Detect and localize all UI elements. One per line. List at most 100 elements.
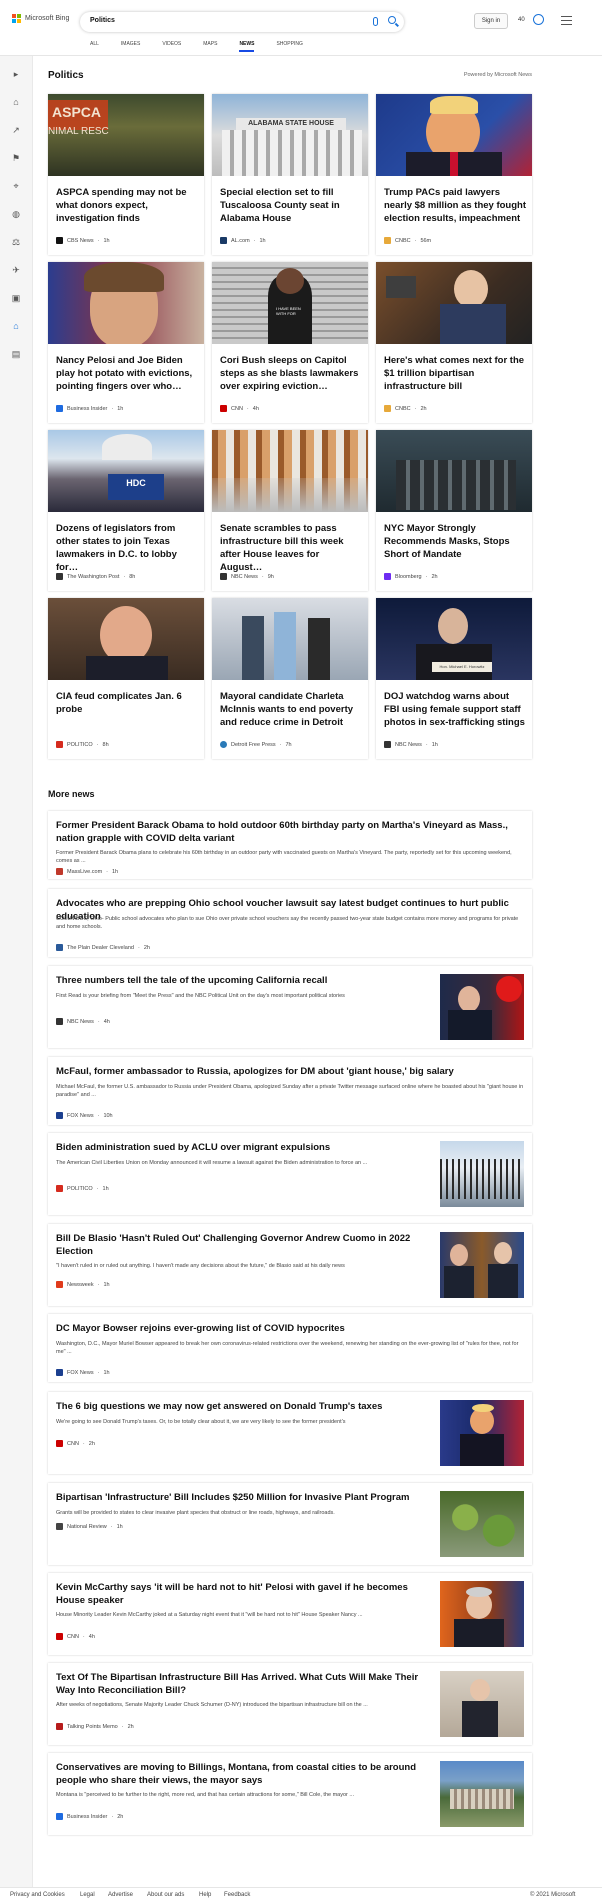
search-input[interactable]: Politics <box>90 17 115 24</box>
item-thumbnail[interactable] <box>440 1491 524 1557</box>
news-card[interactable]: HDC Dozens of legislators from other sta… <box>48 430 204 591</box>
item-title[interactable]: Former President Barack Obama to hold ou… <box>56 819 524 845</box>
page-footer: Privacy and Cookies Legal Advertise Abou… <box>0 1887 602 1903</box>
entertainment-icon[interactable]: ▣ <box>11 294 21 303</box>
flag-icon[interactable]: ⚑ <box>11 154 21 163</box>
card-title[interactable]: Cori Bush sleeps on Capitol steps as she… <box>220 354 362 393</box>
home-icon[interactable]: ⌂ <box>11 98 21 107</box>
card-title[interactable]: Senate scrambles to pass infrastructure … <box>220 522 362 574</box>
item-snippet: The American Civil Liberties Union on Mo… <box>56 1160 368 1166</box>
news-card[interactable]: Mayoral candidate Charleta McInnis wants… <box>212 598 368 759</box>
card-title[interactable]: CIA feud complicates Jan. 6 probe <box>56 690 198 716</box>
item-thumbnail[interactable] <box>440 1232 524 1298</box>
item-time: 4h <box>103 1018 110 1025</box>
rewards-points[interactable]: 40 <box>518 17 525 23</box>
item-title[interactable]: The 6 big questions we may now get answe… <box>56 1400 424 1413</box>
card-title[interactable]: Special election set to fill Tuscaloosa … <box>220 186 362 225</box>
list-item[interactable]: DC Mayor Bowser rejoins ever-growing lis… <box>48 1314 532 1382</box>
item-title[interactable]: Bipartisan 'Infrastructure' Bill Include… <box>56 1491 424 1504</box>
card-title[interactable]: NYC Mayor Strongly Recommends Masks, Sto… <box>384 522 526 561</box>
item-title[interactable]: Three numbers tell the tale of the upcom… <box>56 974 424 987</box>
rewards-medal-icon[interactable] <box>533 14 544 25</box>
item-snippet: We're going to see Donald Trump's taxes.… <box>56 1419 346 1425</box>
list-item[interactable]: McFaul, former ambassador to Russia, apo… <box>48 1057 532 1125</box>
list-item[interactable]: Three numbers tell the tale of the upcom… <box>48 966 532 1048</box>
business-icon[interactable]: ⚖ <box>11 238 21 247</box>
item-source: CNN · 4h <box>56 1633 95 1640</box>
list-item[interactable]: Bipartisan 'Infrastructure' Bill Include… <box>48 1483 532 1565</box>
money-icon[interactable]: ▤ <box>11 350 21 359</box>
tab-all[interactable]: ALL <box>90 41 99 52</box>
item-title[interactable]: McFaul, former ambassador to Russia, apo… <box>56 1065 524 1078</box>
trending-icon[interactable]: ↗ <box>11 126 21 135</box>
menu-icon[interactable] <box>561 16 572 25</box>
list-item[interactable]: Advocates who are prepping Ohio school v… <box>48 889 532 957</box>
card-title[interactable]: Dozens of legislators from other states … <box>56 522 198 574</box>
news-card[interactable]: NYC Mayor Strongly Recommends Masks, Sto… <box>376 430 532 591</box>
item-thumbnail[interactable] <box>440 1671 524 1737</box>
news-card[interactable]: CIA feud complicates Jan. 6 probe POLITI… <box>48 598 204 759</box>
item-title[interactable]: Conservatives are moving to Billings, Mo… <box>56 1761 424 1787</box>
source-logo-icon <box>220 741 227 748</box>
footer-link-advertise[interactable]: Advertise <box>108 1892 133 1898</box>
item-title[interactable]: Kevin McCarthy says 'it will be hard not… <box>56 1581 424 1607</box>
source-logo-icon <box>56 1723 63 1730</box>
footer-link-feedback[interactable]: Feedback <box>224 1892 250 1898</box>
card-title[interactable]: ASPCA spending may not be what donors ex… <box>56 186 198 225</box>
card-source: NBC News · 1h <box>384 741 438 748</box>
source-logo-icon <box>220 405 227 412</box>
footer-link-privacy[interactable]: Privacy and Cookies <box>10 1892 65 1898</box>
news-card[interactable]: ASPCA NIMAL RESC ASPCA spending may not … <box>48 94 204 255</box>
list-item[interactable]: Former President Barack Obama to hold ou… <box>48 811 532 879</box>
item-thumbnail[interactable] <box>440 1400 524 1466</box>
rocket-icon[interactable]: ✈ <box>11 266 21 275</box>
card-title[interactable]: Trump PACs paid lawyers nearly $8 millio… <box>384 186 526 225</box>
item-title[interactable]: Bill De Blasio 'Hasn't Ruled Out' Challe… <box>56 1232 424 1258</box>
news-card[interactable]: Trump PACs paid lawyers nearly $8 millio… <box>376 94 532 255</box>
tab-news[interactable]: NEWS <box>239 41 255 52</box>
item-thumbnail[interactable] <box>440 1581 524 1647</box>
card-title[interactable]: Nancy Pelosi and Joe Biden play hot pota… <box>56 354 198 393</box>
card-title[interactable]: Mayoral candidate Charleta McInnis wants… <box>220 690 362 729</box>
tab-shopping[interactable]: SHOPPING <box>276 41 302 52</box>
list-item[interactable]: Biden administration sued by ACLU over m… <box>48 1133 532 1215</box>
list-item[interactable]: The 6 big questions we may now get answe… <box>48 1392 532 1474</box>
list-item[interactable]: Conservatives are moving to Billings, Mo… <box>48 1753 532 1835</box>
tab-images[interactable]: IMAGES <box>121 41 140 52</box>
copyright: © 2021 Microsoft <box>530 1892 576 1898</box>
list-item[interactable]: Bill De Blasio 'Hasn't Ruled Out' Challe… <box>48 1224 532 1306</box>
news-card[interactable]: Here's what comes next for the $1 trilli… <box>376 262 532 423</box>
card-title[interactable]: DOJ watchdog warns about FBI using femal… <box>384 690 526 729</box>
card-source: Detroit Free Press · 7h <box>220 741 292 748</box>
item-thumbnail[interactable] <box>440 1761 524 1827</box>
footer-link-help[interactable]: Help <box>199 1892 211 1898</box>
news-card[interactable]: Hon. Michael E. Horowitz DOJ watchdog wa… <box>376 598 532 759</box>
microphone-icon[interactable] <box>373 17 378 26</box>
search-icon[interactable] <box>388 16 396 24</box>
news-card[interactable]: Senate scrambles to pass infrastructure … <box>212 430 368 591</box>
globe-icon[interactable]: ◍ <box>11 210 21 219</box>
tab-videos[interactable]: VIDEOS <box>162 41 181 52</box>
footer-link-legal[interactable]: Legal <box>80 1892 95 1898</box>
bing-logo[interactable]: Microsoft Bing <box>12 14 69 23</box>
politics-icon[interactable]: ⌂ <box>11 322 21 331</box>
news-card[interactable]: Nancy Pelosi and Joe Biden play hot pota… <box>48 262 204 423</box>
news-card[interactable]: ALABAMA STATE HOUSE Special election set… <box>212 94 368 255</box>
footer-link-about-ads[interactable]: About our ads <box>147 1892 184 1898</box>
item-source: MassLive.com · 1h <box>56 868 118 875</box>
card-title[interactable]: Here's what comes next for the $1 trilli… <box>384 354 526 393</box>
source-name: MassLive.com <box>67 868 103 875</box>
list-item[interactable]: Text Of The Bipartisan Infrastructure Bi… <box>48 1663 532 1745</box>
item-title[interactable]: Biden administration sued by ACLU over m… <box>56 1141 424 1154</box>
sign-in-button[interactable]: Sign in <box>474 13 508 29</box>
item-thumbnail[interactable] <box>440 1141 524 1207</box>
news-card[interactable]: I HAVE BEEN WITH FOR Cori Bush sleeps on … <box>212 262 368 423</box>
expand-arrow-icon[interactable]: ▸ <box>11 70 21 79</box>
search-box[interactable]: Politics <box>80 12 404 32</box>
item-thumbnail[interactable] <box>440 974 524 1040</box>
tab-maps[interactable]: MAPS <box>203 41 217 52</box>
location-pin-icon[interactable]: ⌖ <box>11 182 21 191</box>
list-item[interactable]: Kevin McCarthy says 'it will be hard not… <box>48 1573 532 1655</box>
item-title[interactable]: DC Mayor Bowser rejoins ever-growing lis… <box>56 1322 524 1335</box>
item-title[interactable]: Text Of The Bipartisan Infrastructure Bi… <box>56 1671 424 1697</box>
